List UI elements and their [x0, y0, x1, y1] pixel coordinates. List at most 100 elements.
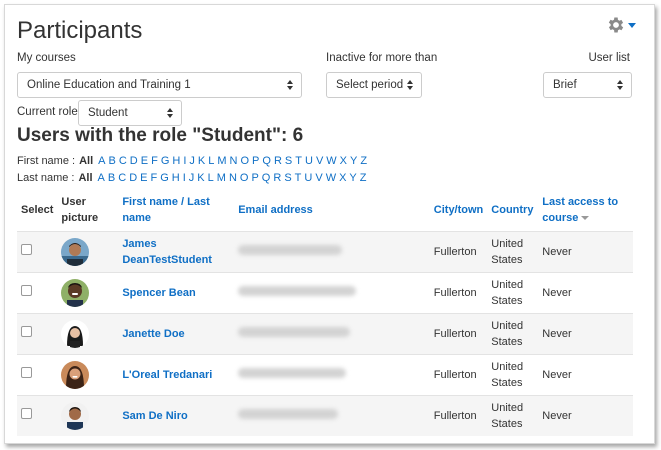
first-name-letter-j[interactable]: J	[189, 155, 195, 167]
last-name-letter-j[interactable]: J	[189, 172, 195, 184]
table-row: L'Oreal Tredanari Fullerton United States N…	[17, 353, 633, 395]
user-name-link[interactable]: Janette Doe	[118, 312, 235, 354]
first-name-letter-p[interactable]: P	[252, 155, 259, 167]
last-name-letter-b[interactable]: B	[108, 172, 115, 184]
row-select-checkbox[interactable]	[21, 407, 32, 419]
last-name-letter-l[interactable]: L	[208, 172, 214, 184]
first-name-letter-d[interactable]: D	[130, 155, 138, 167]
first-name-letter-y[interactable]: Y	[350, 155, 357, 167]
name-sort-header[interactable]: First name / Last name	[118, 189, 234, 231]
user-picture-header: User picture	[61, 195, 99, 224]
last-name-letter-x[interactable]: X	[339, 172, 346, 184]
user-name-link[interactable]: James DeanTestStudent	[118, 230, 235, 272]
last-name-letter-e[interactable]: E	[140, 172, 147, 184]
last-name-letter-f[interactable]: F	[150, 172, 157, 184]
last-name-letter-w[interactable]: W	[326, 172, 336, 184]
last-name-letter-z[interactable]: Z	[360, 172, 367, 184]
user-name-link[interactable]: Sam De Niro	[118, 394, 235, 436]
last-name-letter-u[interactable]: U	[304, 172, 312, 184]
last-name-all-link[interactable]: All	[78, 172, 92, 184]
first-name-letter-i[interactable]: I	[183, 155, 186, 167]
row-select-checkbox[interactable]	[21, 366, 32, 378]
select-arrows-icon	[167, 108, 173, 119]
user-name-link[interactable]: Spencer Bean	[118, 271, 235, 313]
first-name-letter-r[interactable]: R	[274, 155, 282, 167]
city-sort-header[interactable]: City/town	[430, 189, 488, 231]
first-name-letter-g[interactable]: G	[161, 155, 170, 167]
avatar[interactable]	[61, 237, 90, 266]
last-name-letter-h[interactable]: H	[172, 172, 180, 184]
last-name-letter-g[interactable]: G	[160, 172, 169, 184]
inactive-label: Inactive for more than	[326, 52, 438, 64]
last-name-letter-n[interactable]: N	[229, 172, 237, 184]
select-header: Select	[21, 203, 54, 216]
settings-menu[interactable]	[606, 15, 636, 35]
participants-table: Select User picture First name / Last na…	[17, 189, 633, 436]
first-name-letter-s[interactable]: S	[285, 155, 292, 167]
user-name-link[interactable]: L'Oreal Tredanari	[118, 353, 235, 395]
row-select-checkbox[interactable]	[21, 284, 32, 296]
country-cell: United States	[487, 353, 539, 395]
user-list-select[interactable]: Brief	[543, 72, 632, 98]
redacted-email	[238, 408, 339, 419]
avatar[interactable]	[61, 360, 90, 389]
role-count-heading: Users with the role "Student": 6	[17, 125, 304, 146]
last-name-letter-k[interactable]: K	[197, 172, 204, 184]
first-name-letter-c[interactable]: C	[119, 155, 127, 167]
last-name-letter-p[interactable]: P	[251, 172, 258, 184]
first-name-letter-a[interactable]: A	[98, 155, 105, 167]
my-courses-value: Online Education and Training 1	[27, 79, 191, 91]
email-cell	[234, 230, 430, 272]
last-name-letter-c[interactable]: C	[118, 172, 126, 184]
email-sort-header[interactable]: Email address	[234, 189, 430, 231]
first-name-letter-t[interactable]: T	[295, 155, 302, 167]
last-access-sort-header[interactable]: Last access to course	[538, 189, 633, 231]
last-name-letter-a[interactable]: A	[98, 172, 105, 184]
select-cell	[17, 394, 58, 436]
avatar[interactable]	[61, 319, 90, 348]
select-cell	[17, 230, 58, 272]
table-header-row: Select User picture First name / Last na…	[17, 189, 633, 231]
last-access-header-label: Last access to course	[542, 195, 619, 224]
select-cell	[17, 353, 58, 395]
last-name-letter-q[interactable]: Q	[262, 172, 271, 184]
first-name-letter-e[interactable]: E	[141, 155, 148, 167]
first-name-letter-b[interactable]: B	[108, 155, 115, 167]
last-name-letter-r[interactable]: R	[273, 172, 281, 184]
first-name-letter-u[interactable]: U	[305, 155, 313, 167]
first-name-letter-z[interactable]: Z	[360, 155, 367, 167]
first-name-letter-l[interactable]: L	[208, 155, 214, 167]
avatar[interactable]	[61, 401, 90, 430]
last-name-letter-t[interactable]: T	[295, 172, 302, 184]
first-name-letter-n[interactable]: N	[230, 155, 238, 167]
first-name-letter-m[interactable]: M	[217, 155, 226, 167]
last-name-letter-s[interactable]: S	[284, 172, 291, 184]
current-role-select[interactable]: Student	[78, 100, 182, 126]
last-name-letter-i[interactable]: I	[183, 172, 186, 184]
my-courses-label: My courses	[17, 52, 76, 64]
first-name-letter-k[interactable]: K	[198, 155, 205, 167]
row-select-checkbox[interactable]	[21, 325, 32, 337]
last-name-letter-o[interactable]: O	[240, 172, 249, 184]
select-cell	[17, 271, 58, 313]
first-name-letter-h[interactable]: H	[172, 155, 180, 167]
country-sort-header[interactable]: Country	[487, 189, 538, 231]
first-name-letter-v[interactable]: V	[316, 155, 323, 167]
picture-cell	[57, 230, 119, 272]
my-courses-select[interactable]: Online Education and Training 1	[17, 72, 302, 98]
first-name-all-link[interactable]: All	[79, 155, 93, 167]
picture-cell	[57, 394, 119, 436]
last-name-letter-y[interactable]: Y	[349, 172, 356, 184]
first-name-letter-x[interactable]: X	[340, 155, 347, 167]
last-name-letter-m[interactable]: M	[217, 172, 226, 184]
first-name-letter-q[interactable]: Q	[262, 155, 271, 167]
inactive-period-select[interactable]: Select period	[326, 72, 422, 98]
last-name-letter-d[interactable]: D	[129, 172, 137, 184]
last-name-letter-v[interactable]: V	[315, 172, 322, 184]
first-name-letter-w[interactable]: W	[326, 155, 336, 167]
row-select-checkbox[interactable]	[21, 243, 32, 255]
picture-cell	[57, 353, 119, 395]
avatar[interactable]	[61, 278, 90, 307]
first-name-letter-f[interactable]: F	[151, 155, 158, 167]
first-name-letter-o[interactable]: O	[240, 155, 249, 167]
